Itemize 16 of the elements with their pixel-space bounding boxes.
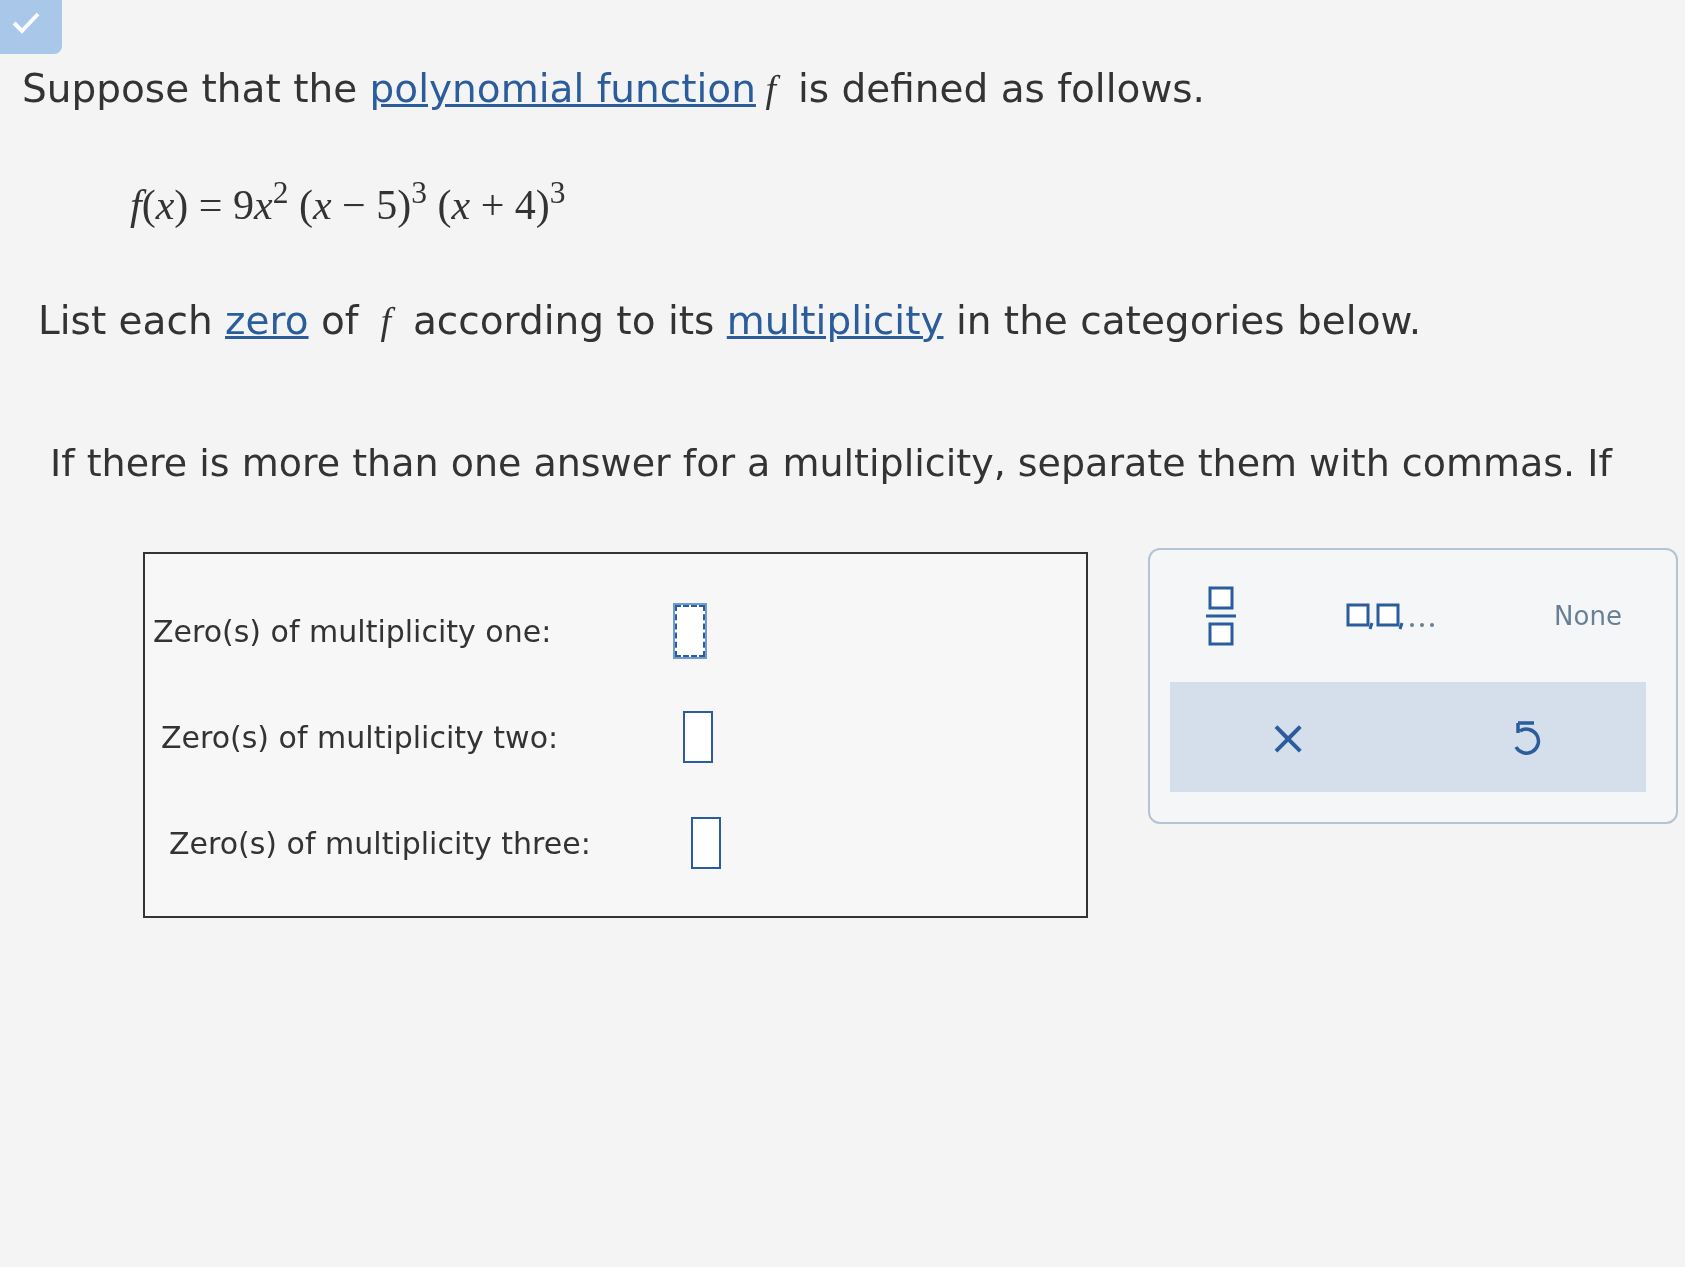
function-equation: f(x) = 9x$^{2}$ (x − 5)$^{3}$ (x + 4)$^{3}$ xyxy=(130,173,566,230)
link[interactable]: polynomial function xyxy=(369,66,756,111)
note-sentence: If there is more than one answer for a multiplicity, separate them with commas. If xyxy=(50,440,1614,487)
answer-label: Zero(s) of multiplicity one: xyxy=(152,612,553,651)
intro-sentence: Suppose that the polynomial function f is defined as follows. xyxy=(22,65,1206,113)
answer-field[interactable] xyxy=(675,605,705,657)
instruction-sentence: List each zero of f according to its multiplicity in the categories below. xyxy=(38,296,1423,345)
answer-field[interactable] xyxy=(683,711,713,763)
fraction-icon xyxy=(1204,584,1238,648)
link[interactable]: multiplicity xyxy=(726,297,944,343)
none-button[interactable]: None xyxy=(1544,592,1632,640)
answer-label: Zero(s) of multiplicity two: xyxy=(160,718,560,757)
link[interactable]: zero xyxy=(225,297,309,343)
answer-field[interactable] xyxy=(691,817,721,869)
answer-label: Zero(s) of multiplicity three: xyxy=(168,824,592,863)
clear-button[interactable]: × xyxy=(1261,712,1315,762)
